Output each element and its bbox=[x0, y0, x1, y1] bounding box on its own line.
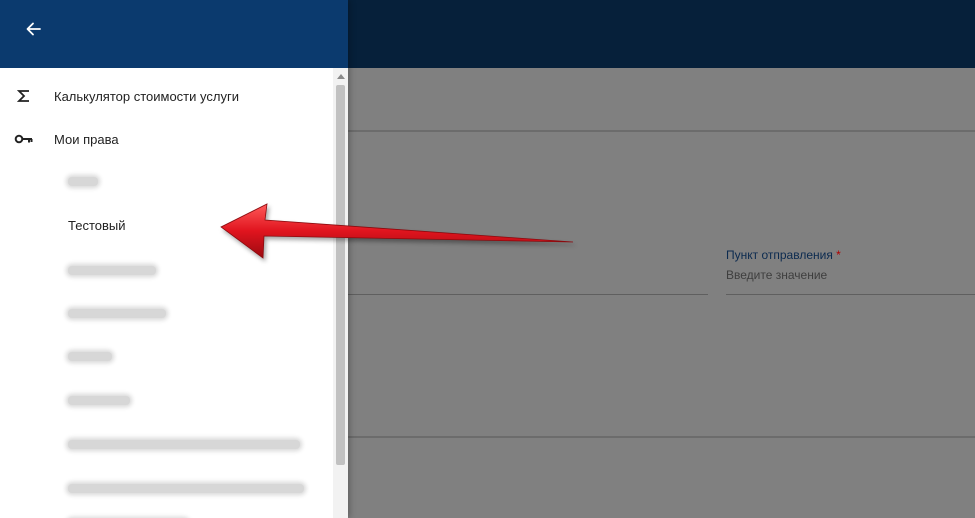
drawer-menu: Калькулятор стоимости услуги Мои права Т… bbox=[0, 68, 333, 518]
sub-item-redacted[interactable] bbox=[68, 508, 188, 518]
scroll-thumb[interactable] bbox=[336, 85, 345, 465]
departure-point-field[interactable]: Пункт отправления * Введите значение bbox=[726, 248, 841, 282]
section-divider bbox=[348, 130, 975, 132]
sub-item-redacted[interactable] bbox=[68, 429, 300, 459]
menu-item-label: Мои права bbox=[54, 131, 119, 147]
required-mark: * bbox=[836, 248, 841, 262]
departure-point-underline bbox=[726, 294, 975, 295]
sub-item-redacted[interactable] bbox=[68, 298, 166, 328]
sub-item-redacted[interactable] bbox=[68, 166, 98, 196]
drawer-header bbox=[0, 0, 348, 68]
navigation-drawer: Калькулятор стоимости услуги Мои права Т… bbox=[0, 0, 348, 518]
section-divider-2 bbox=[348, 436, 975, 438]
redacted-text bbox=[68, 176, 98, 186]
redacted-text bbox=[68, 351, 112, 361]
redacted-text bbox=[68, 439, 300, 449]
drawer-scrollbar[interactable] bbox=[333, 68, 348, 518]
menu-item-label: Калькулятор стоимости услуги bbox=[54, 88, 239, 104]
sub-item-redacted[interactable] bbox=[68, 473, 304, 503]
scroll-up-arrow[interactable] bbox=[337, 74, 345, 79]
sub-item-label: Тестовый bbox=[68, 217, 126, 233]
sub-item-redacted[interactable] bbox=[68, 385, 130, 415]
sub-item-test[interactable]: Тестовый bbox=[68, 210, 126, 240]
departure-point-placeholder: Введите значение bbox=[726, 268, 828, 282]
redacted-text bbox=[68, 265, 156, 275]
redacted-text bbox=[68, 308, 166, 318]
sub-item-redacted[interactable] bbox=[68, 255, 156, 285]
key-icon bbox=[14, 129, 34, 149]
menu-item-my-rights[interactable]: Мои права bbox=[0, 119, 333, 159]
sub-item-redacted[interactable] bbox=[68, 341, 112, 371]
sigma-icon bbox=[14, 86, 34, 106]
left-field-underline bbox=[348, 294, 708, 295]
departure-point-label: Пункт отправления bbox=[726, 248, 833, 262]
menu-item-service-cost-calculator[interactable]: Калькулятор стоимости услуги bbox=[0, 76, 333, 116]
redacted-text bbox=[68, 395, 130, 405]
arrow-left-icon[interactable] bbox=[24, 19, 44, 39]
redacted-text bbox=[68, 483, 304, 493]
